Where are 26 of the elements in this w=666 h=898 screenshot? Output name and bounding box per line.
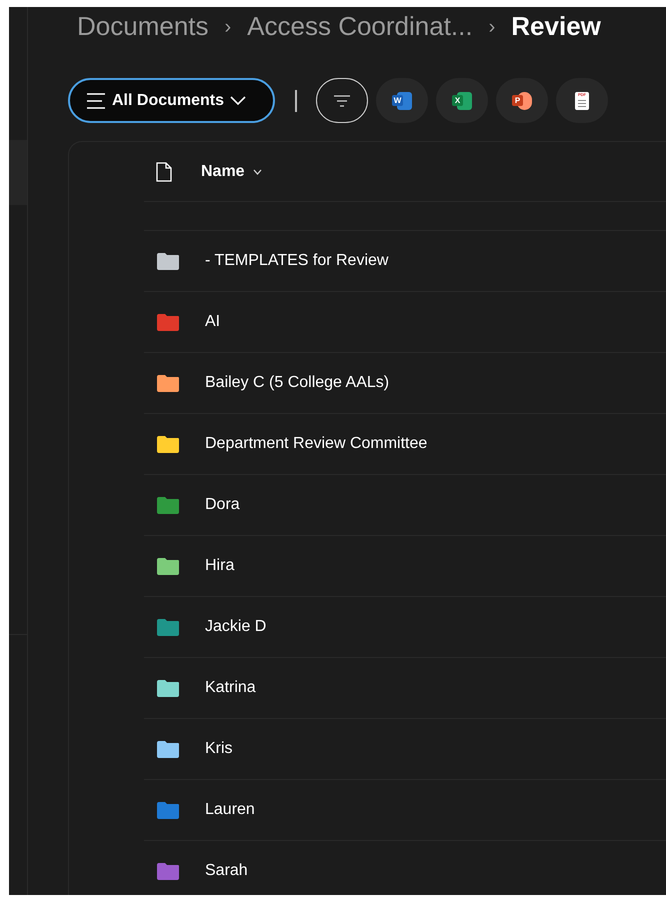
folder-name-link[interactable]: Bailey C (5 College AALs)	[205, 371, 390, 395]
name-column-header[interactable]: Name	[201, 160, 262, 184]
folder-name-link[interactable]: AI	[205, 310, 220, 334]
new-file-button[interactable]: P	[496, 78, 548, 123]
breadcrumb-link[interactable]: Review	[511, 7, 601, 46]
chevron-icon: ›	[488, 12, 496, 42]
new-file-button[interactable]: X	[436, 78, 488, 123]
file-icon	[156, 162, 172, 182]
chevron-down-icon	[230, 96, 246, 106]
folder-name-link[interactable]: Hira	[205, 554, 234, 578]
folder-name-link[interactable]: Katrina	[205, 676, 256, 700]
folder-name-link[interactable]: Department Review Committee	[205, 432, 428, 456]
view-selector-button[interactable]: All Documents	[68, 78, 275, 123]
folder-name-link[interactable]: Sarah	[205, 859, 248, 883]
folder-name-link[interactable]: Kris	[205, 737, 233, 761]
folder-name-link[interactable]: - TEMPLATES for Review	[205, 249, 388, 273]
filter-button[interactable]	[316, 78, 368, 123]
folder-name-link[interactable]: Jackie D	[205, 615, 266, 639]
folder-name-link[interactable]: Dora	[205, 493, 240, 517]
new-file-button[interactable]: W	[376, 78, 428, 123]
breadcrumb-link[interactable]: Documents	[77, 7, 208, 46]
folder-name-link[interactable]: Lauren	[205, 798, 255, 822]
filter-icon	[333, 94, 351, 106]
breadcrumb-link[interactable]: Access Coordinat...	[247, 7, 473, 46]
menu-icon	[86, 92, 106, 108]
chevron-icon: ›	[224, 12, 232, 42]
